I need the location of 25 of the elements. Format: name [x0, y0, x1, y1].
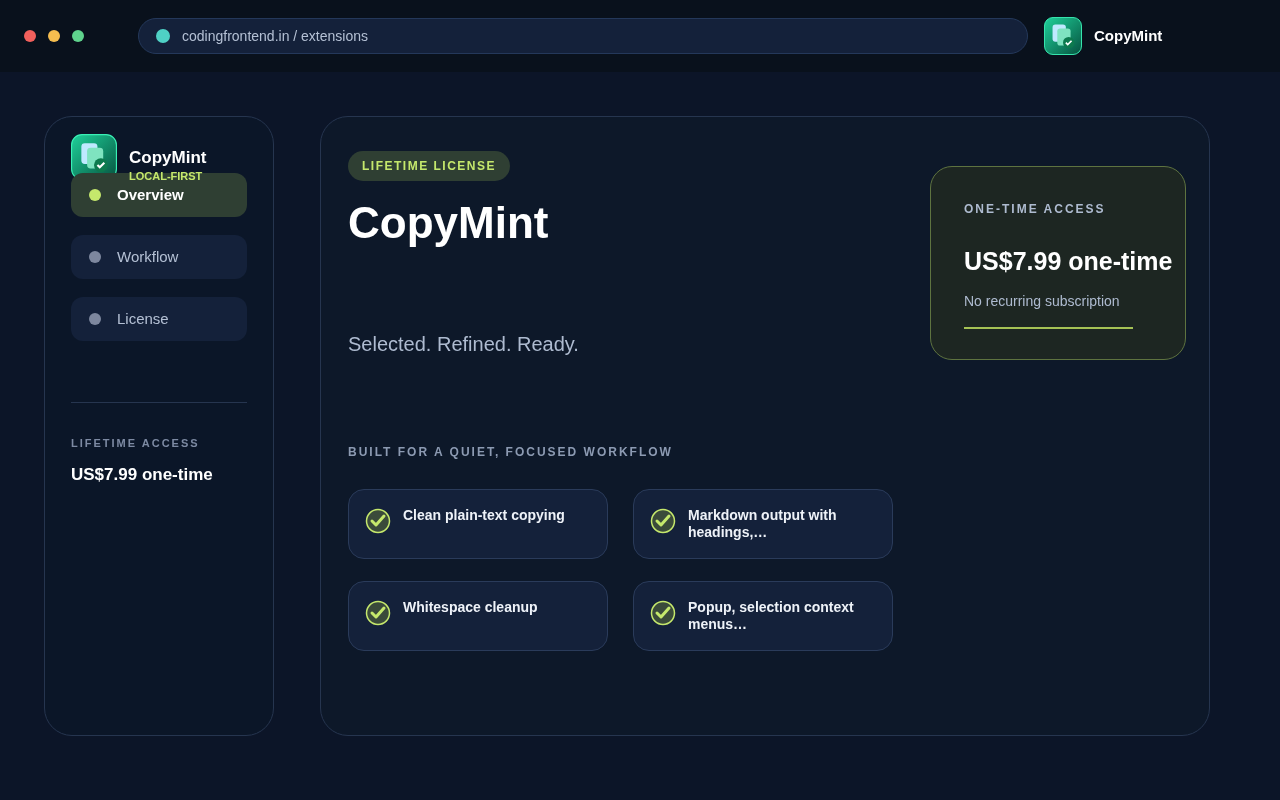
nav-item[interactable]: License — [71, 297, 247, 341]
feature-text: Popup, selection context menus… — [688, 599, 855, 633]
features-heading: BUILT FOR A QUIET, FOCUSED WORKFLOW — [348, 444, 674, 461]
feature-text: Markdown output with headings,… — [688, 507, 838, 541]
nav-item[interactable]: Workflow — [71, 235, 247, 279]
brand-tagline: LOCAL-FIRST — [129, 170, 204, 182]
access-price: US$7.99 one-time — [71, 463, 214, 486]
app-name: CopyMint — [1094, 25, 1163, 46]
url-text: codingfrontend.in / extensions — [182, 26, 368, 46]
price-card-label: ONE-TIME ACCESS — [964, 201, 1107, 218]
license-badge: LIFETIME LICENSE — [348, 151, 510, 181]
check-icon — [650, 508, 676, 534]
app-logo-icon — [1044, 17, 1082, 55]
price-card-price: US$7.99 one-time — [964, 246, 1174, 277]
check-icon — [365, 508, 391, 534]
feature-text: Whitespace cleanup — [403, 599, 539, 616]
feature-text: Clean plain-text copying — [403, 507, 566, 524]
product-title: CopyMint — [348, 201, 550, 245]
check-icon — [365, 600, 391, 626]
price-card-note: No recurring subscription — [964, 291, 1121, 311]
address-field[interactable]: codingfrontend.in / extensions — [138, 18, 1028, 54]
check-icon — [650, 600, 676, 626]
access-label: LIFETIME ACCESS — [71, 436, 201, 451]
product-subtitle: Selected. Refined. Ready. — [348, 332, 580, 357]
brand-name: CopyMint — [129, 148, 207, 168]
